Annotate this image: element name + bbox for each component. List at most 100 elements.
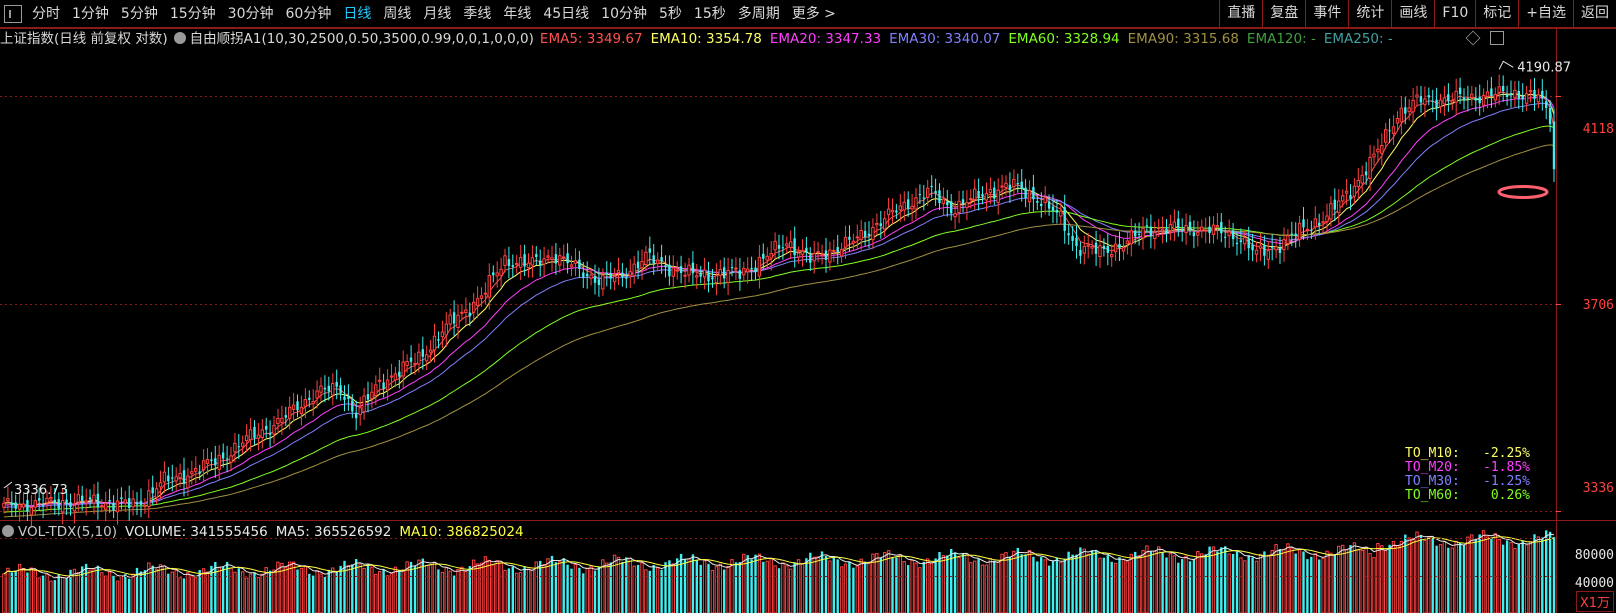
timeframe-11[interactable]: 45日线: [537, 0, 595, 28]
toolbar-button-6[interactable]: 标记: [1475, 0, 1518, 28]
volume-bar-350: [1372, 557, 1376, 613]
candle-body-28: [112, 502, 115, 511]
indicator-dropdown-icon[interactable]: [173, 32, 186, 44]
window-icon[interactable]: [1490, 31, 1504, 45]
candle-body-331: [1297, 222, 1302, 240]
candle-body-293: [1149, 226, 1153, 236]
toolbar-button-7[interactable]: +自选: [1518, 0, 1573, 28]
volume-bar-258: [1012, 550, 1016, 613]
timeframe-0[interactable]: 分时: [26, 0, 66, 28]
timeframe-13[interactable]: 5秒: [653, 0, 688, 28]
timeframe-16[interactable]: 更多 >: [786, 0, 842, 28]
timeframe-9[interactable]: 季线: [457, 0, 497, 28]
candle-body-356: [1395, 118, 1400, 124]
volume-bar-280: [1098, 557, 1102, 613]
candle-body-191: [750, 268, 753, 270]
timeframe-6[interactable]: 日线: [337, 0, 377, 28]
candle-body-150: [589, 274, 593, 279]
candle-body-295: [1157, 227, 1161, 229]
timeframe-5[interactable]: 60分钟: [280, 0, 338, 28]
candle-body-81: [319, 385, 323, 393]
volume-bar-162: [636, 564, 640, 613]
volume-bar-335: [1313, 553, 1317, 613]
candle-body-188: [738, 270, 741, 279]
candle-body-328: [1286, 235, 1290, 244]
candle-body-381: [1493, 94, 1497, 101]
volume-bar-298: [1168, 553, 1173, 613]
toolbar-button-0[interactable]: 直播: [1219, 0, 1262, 28]
candle-body-109: [428, 349, 433, 353]
volume-bar-97: [382, 569, 385, 613]
toolbar-button-3[interactable]: 统计: [1348, 0, 1391, 28]
candle-body-49: [194, 467, 198, 472]
candle-body-176: [691, 262, 695, 274]
toolbar-button-5[interactable]: F10: [1434, 0, 1475, 28]
toolbar-button-8[interactable]: 返回: [1573, 0, 1616, 28]
volume-bar-58: [229, 567, 233, 613]
candle-body-220: [863, 230, 867, 237]
ema-line-90: [3, 144, 1555, 518]
candle-body-40: [158, 482, 163, 488]
timeframe-2[interactable]: 5分钟: [115, 0, 164, 28]
timeframe-10[interactable]: 年线: [497, 0, 537, 28]
candle-body-250: [981, 194, 984, 197]
timeframe-15[interactable]: 多周期: [732, 0, 786, 28]
candle-body-268: [1051, 206, 1055, 211]
candle-body-240: [941, 198, 946, 205]
toolbar-button-4[interactable]: 画线: [1391, 0, 1434, 28]
security-label[interactable]: 上证指数(日线 前复权 对数): [0, 29, 168, 49]
candle-body-138: [542, 258, 546, 265]
candle-body-307: [1204, 229, 1208, 232]
volume-indicator-label[interactable]: VOL-TDX(5,10): [0, 522, 117, 542]
indicator-label[interactable]: 自由顺拐A1(10,30,2500,0.50,3500,0.99,0,0,1,0…: [173, 29, 534, 49]
diamond-icon[interactable]: [1465, 30, 1481, 46]
timeframe-4[interactable]: 30分钟: [222, 0, 280, 28]
timeframe-12[interactable]: 10分钟: [595, 0, 653, 28]
candle-body-355: [1391, 126, 1396, 134]
candle-body-130: [511, 265, 514, 267]
timeframe-7[interactable]: 周线: [377, 0, 417, 28]
volume-bar-156: [612, 554, 617, 613]
candle-body-64: [253, 426, 256, 438]
volume-bar-227: [891, 557, 894, 613]
candle-body-2: [10, 502, 13, 506]
menu-icon[interactable]: [4, 5, 22, 23]
volume-bar-204: [800, 563, 805, 613]
volume-bar-345: [1352, 542, 1357, 613]
volume-bar-319: [1251, 557, 1254, 613]
timeframe-1[interactable]: 1分钟: [66, 0, 115, 28]
candle-body-171: [671, 267, 675, 277]
candle-body-222: [871, 226, 875, 241]
candle-body-86: [339, 385, 342, 393]
candle-body-70: [276, 418, 280, 424]
candle-body-237: [930, 185, 933, 188]
volume-bar-248: [973, 560, 977, 613]
timeframe-14[interactable]: 15秒: [688, 0, 732, 28]
volume-bar-178: [699, 564, 702, 613]
candle-body-60: [237, 446, 240, 448]
timeframe-3[interactable]: 15分钟: [164, 0, 222, 28]
volume-bar-379: [1485, 536, 1490, 613]
volume-bar-328: [1286, 543, 1290, 613]
volume-bar-198: [777, 568, 781, 613]
candle-body-87: [343, 396, 346, 400]
volume-bar-159: [625, 557, 628, 613]
toolbar-button-2[interactable]: 事件: [1305, 0, 1348, 28]
volume-bar-45: [178, 577, 182, 613]
volume-bar-83: [327, 569, 330, 613]
candle-body-121: [475, 298, 480, 306]
candle-body-78: [308, 397, 311, 400]
candle-body-239: [938, 190, 941, 204]
timeframe-8[interactable]: 月线: [417, 0, 457, 28]
volume-bar-33: [131, 573, 135, 613]
volume-bar-224: [879, 557, 882, 613]
volume-bar-233: [914, 562, 918, 613]
candle-body-126: [495, 272, 499, 277]
candle-body-173: [679, 266, 683, 273]
candle-body-8: [33, 500, 37, 508]
volume-bar-189: [742, 553, 746, 613]
toolbar-button-1[interactable]: 复盘: [1262, 0, 1305, 28]
volume-dropdown-icon[interactable]: [2, 525, 14, 537]
candle-body-178: [699, 272, 702, 277]
candle-body-319: [1251, 244, 1254, 251]
